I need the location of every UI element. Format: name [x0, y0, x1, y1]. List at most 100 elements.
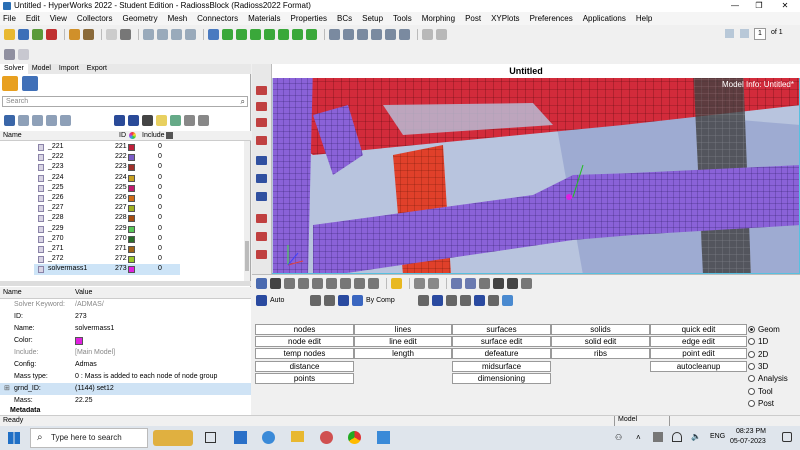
surface-display-icon[interactable] — [460, 294, 471, 306]
mask-icon[interactable] — [368, 278, 379, 289]
select-nodes-icon[interactable] — [256, 102, 267, 111]
review-icon[interactable] — [170, 114, 181, 126]
menu-file[interactable]: File — [3, 14, 16, 23]
comp-icon[interactable] — [256, 136, 267, 145]
geom-display-icon[interactable] — [418, 294, 429, 306]
list-item[interactable]: _271 271 0 — [0, 244, 245, 254]
color-swatch[interactable] — [128, 174, 135, 182]
rotate-icon[interactable] — [385, 29, 396, 40]
minus-icon[interactable] — [493, 278, 504, 289]
node-edit-button[interactable]: node edit — [255, 336, 354, 347]
list-item[interactable]: _223 223 0 — [0, 162, 245, 172]
axis-y-icon[interactable] — [236, 29, 247, 40]
list-item[interactable]: _227 227 0 — [0, 203, 245, 213]
view2-icon[interactable] — [157, 29, 168, 40]
menu-preferences[interactable]: Preferences — [530, 14, 573, 23]
property-row[interactable]: Mass type: 0 : Mass is added to each node… — [0, 371, 251, 383]
radio-2d[interactable]: 2D — [748, 350, 768, 359]
menu-bcs[interactable]: BCs — [337, 14, 352, 23]
side-view-icon[interactable] — [292, 29, 303, 40]
wrench-icon[interactable] — [428, 278, 439, 289]
edge-edit-button[interactable]: edge edit — [650, 336, 747, 347]
search-icon[interactable]: ⌕ — [241, 97, 245, 106]
task-view-icon[interactable] — [205, 432, 216, 443]
abc-icon[interactable] — [256, 214, 267, 223]
spin-icon[interactable] — [399, 29, 410, 40]
solid-display-icon[interactable] — [474, 294, 485, 306]
iso-view-icon[interactable] — [264, 29, 275, 40]
open-icon[interactable] — [4, 29, 15, 40]
show-icon[interactable] — [18, 114, 29, 126]
color-swatch[interactable] — [128, 164, 135, 172]
zoom-out-icon[interactable] — [357, 29, 368, 40]
expand-icon[interactable] — [60, 114, 71, 126]
volume-icon[interactable]: 🔈 — [691, 432, 701, 441]
taskbar-search[interactable]: ⌕ Type here to search — [30, 428, 148, 448]
tag-icon[interactable] — [256, 250, 267, 259]
axis-z-icon[interactable] — [250, 29, 261, 40]
mesh-icon[interactable] — [256, 156, 267, 165]
list-item[interactable]: _229 229 0 — [0, 224, 245, 234]
tab-solver[interactable]: Solver — [0, 64, 28, 74]
clock-time[interactable]: 08:23 PM — [736, 428, 766, 435]
list-item[interactable]: _225 225 0 — [0, 183, 245, 193]
display-none-icon[interactable] — [326, 278, 337, 289]
menu-geometry[interactable]: Geometry — [122, 14, 157, 23]
pan-view-icon[interactable] — [284, 278, 295, 289]
menu-view[interactable]: View — [50, 14, 67, 23]
page-next-icon[interactable] — [740, 29, 749, 38]
property-row[interactable]: Color: — [0, 335, 251, 347]
menu-setup[interactable]: Setup — [362, 14, 383, 23]
fit-icon[interactable] — [329, 29, 340, 40]
zoom-icon[interactable] — [208, 29, 219, 40]
autocleanup-button[interactable]: autocleanup — [650, 361, 747, 372]
property-row[interactable]: Config: Admas — [0, 359, 251, 371]
line-display-icon[interactable] — [446, 294, 457, 306]
temp-nodes-button[interactable]: temp nodes — [255, 348, 354, 359]
ribs-button[interactable]: ribs — [551, 348, 650, 359]
undo-icon[interactable] — [4, 48, 15, 60]
arrow-right-icon[interactable] — [465, 278, 476, 289]
property-row[interactable]: ID: 273 — [0, 311, 251, 323]
panel-splitter[interactable] — [0, 281, 251, 286]
redo-icon[interactable] — [18, 48, 29, 60]
color-swatch[interactable] — [128, 266, 135, 274]
undo-view-icon[interactable] — [479, 278, 490, 289]
line-edit-button[interactable]: line edit — [354, 336, 452, 347]
tab-export[interactable]: Export — [83, 64, 111, 74]
display-all-icon[interactable] — [312, 278, 323, 289]
radio-1d[interactable]: 1D — [748, 337, 768, 346]
surfaces-button[interactable]: surfaces — [452, 324, 551, 335]
mesh-quality-icon[interactable] — [414, 278, 425, 289]
color-swatch[interactable] — [128, 144, 135, 151]
redo-view-icon[interactable] — [521, 278, 532, 289]
color-swatch[interactable] — [128, 205, 135, 213]
arrow-left-icon[interactable] — [451, 278, 462, 289]
export-icon[interactable] — [46, 29, 57, 40]
defeature-button[interactable]: defeature — [452, 348, 551, 359]
point-edit-button[interactable]: point edit — [650, 348, 747, 359]
view4-icon[interactable] — [185, 29, 196, 40]
menu-materials[interactable]: Materials — [248, 14, 280, 23]
battery-icon[interactable] — [653, 432, 663, 442]
color-swatch[interactable] — [128, 154, 135, 162]
screen-icon[interactable] — [502, 294, 513, 306]
property-row-selected[interactable]: ⊞ grnd_ID: (1144) set12 — [0, 383, 251, 395]
distance-button[interactable]: distance — [255, 361, 354, 372]
list-item[interactable]: _222 222 0 — [0, 152, 245, 162]
list-item-selected[interactable]: solvermass1 273 0 — [34, 264, 180, 275]
chrome-icon[interactable] — [348, 431, 361, 444]
menu-mesh[interactable]: Mesh — [168, 14, 188, 23]
hyperworks-icon[interactable] — [377, 431, 390, 444]
elem-color-icon[interactable] — [338, 294, 349, 306]
search-input[interactable]: Search ⌕ — [2, 96, 248, 107]
select-entity-icon[interactable] — [256, 86, 267, 95]
property-row[interactable]: Name: solvermass1 — [0, 323, 251, 335]
surface-edit-button[interactable]: surface edit — [452, 336, 551, 347]
windows-start-icon[interactable] — [8, 432, 20, 444]
list-item[interactable]: _224 224 0 — [0, 173, 245, 183]
col-name[interactable]: Name — [3, 132, 22, 139]
color-swatch[interactable] — [128, 225, 135, 233]
tab-model[interactable]: Model — [28, 64, 55, 74]
plus-icon[interactable] — [507, 278, 518, 289]
